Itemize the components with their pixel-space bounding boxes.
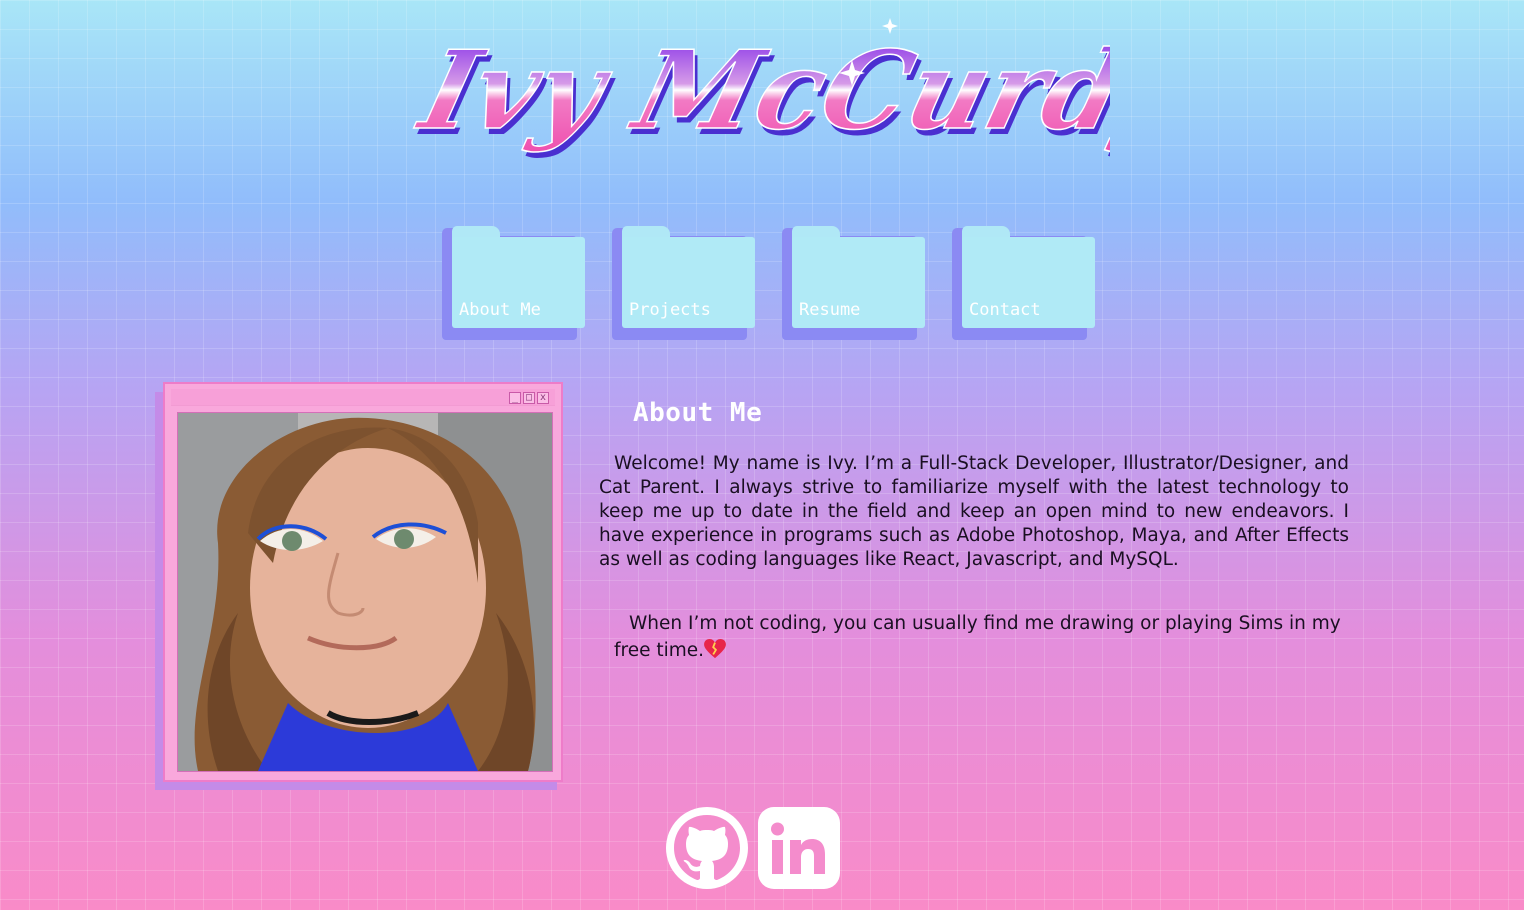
photo-window: _ □ x xyxy=(163,382,563,782)
about-title: About Me xyxy=(633,398,763,428)
logo-text: Ivy McCurdy xyxy=(410,27,1110,154)
broken-heart-icon xyxy=(704,639,726,659)
main-nav: About Me Projects Resume Contact xyxy=(442,226,1102,342)
nav-label-contact: Contact xyxy=(969,300,1041,320)
nav-label-about: About Me xyxy=(459,300,541,320)
about-paragraph-2: When I’m not coding, you can usually fin… xyxy=(614,610,1344,664)
linkedin-icon[interactable] xyxy=(758,807,840,889)
linkedin-glyph xyxy=(758,807,840,889)
nav-folder-resume[interactable]: Resume xyxy=(782,226,925,340)
minimize-icon[interactable]: _ xyxy=(509,392,521,404)
site-logo[interactable]: Ivy McCurdy Ivy McCurdy xyxy=(410,8,1110,188)
close-icon[interactable]: x xyxy=(537,392,549,404)
nav-folder-projects[interactable]: Projects xyxy=(612,226,755,340)
about-paragraph-1: Welcome! My name is Ivy. I’m a Full-Stac… xyxy=(599,453,1349,570)
window-titlebar: _ □ x xyxy=(171,389,555,406)
github-glyph xyxy=(666,807,748,889)
nav-folder-contact[interactable]: Contact xyxy=(952,226,1095,340)
nav-folder-about[interactable]: About Me xyxy=(442,226,585,340)
profile-photo xyxy=(177,412,553,772)
nav-label-resume: Resume xyxy=(799,300,861,320)
social-links xyxy=(666,807,846,891)
nav-label-projects: Projects xyxy=(629,300,711,320)
github-icon[interactable] xyxy=(666,807,748,889)
window-controls: _ □ x xyxy=(509,392,549,404)
logo-graphic: Ivy McCurdy Ivy McCurdy xyxy=(410,18,1110,160)
portrait-image xyxy=(178,413,552,771)
maximize-icon[interactable]: □ xyxy=(523,392,535,404)
